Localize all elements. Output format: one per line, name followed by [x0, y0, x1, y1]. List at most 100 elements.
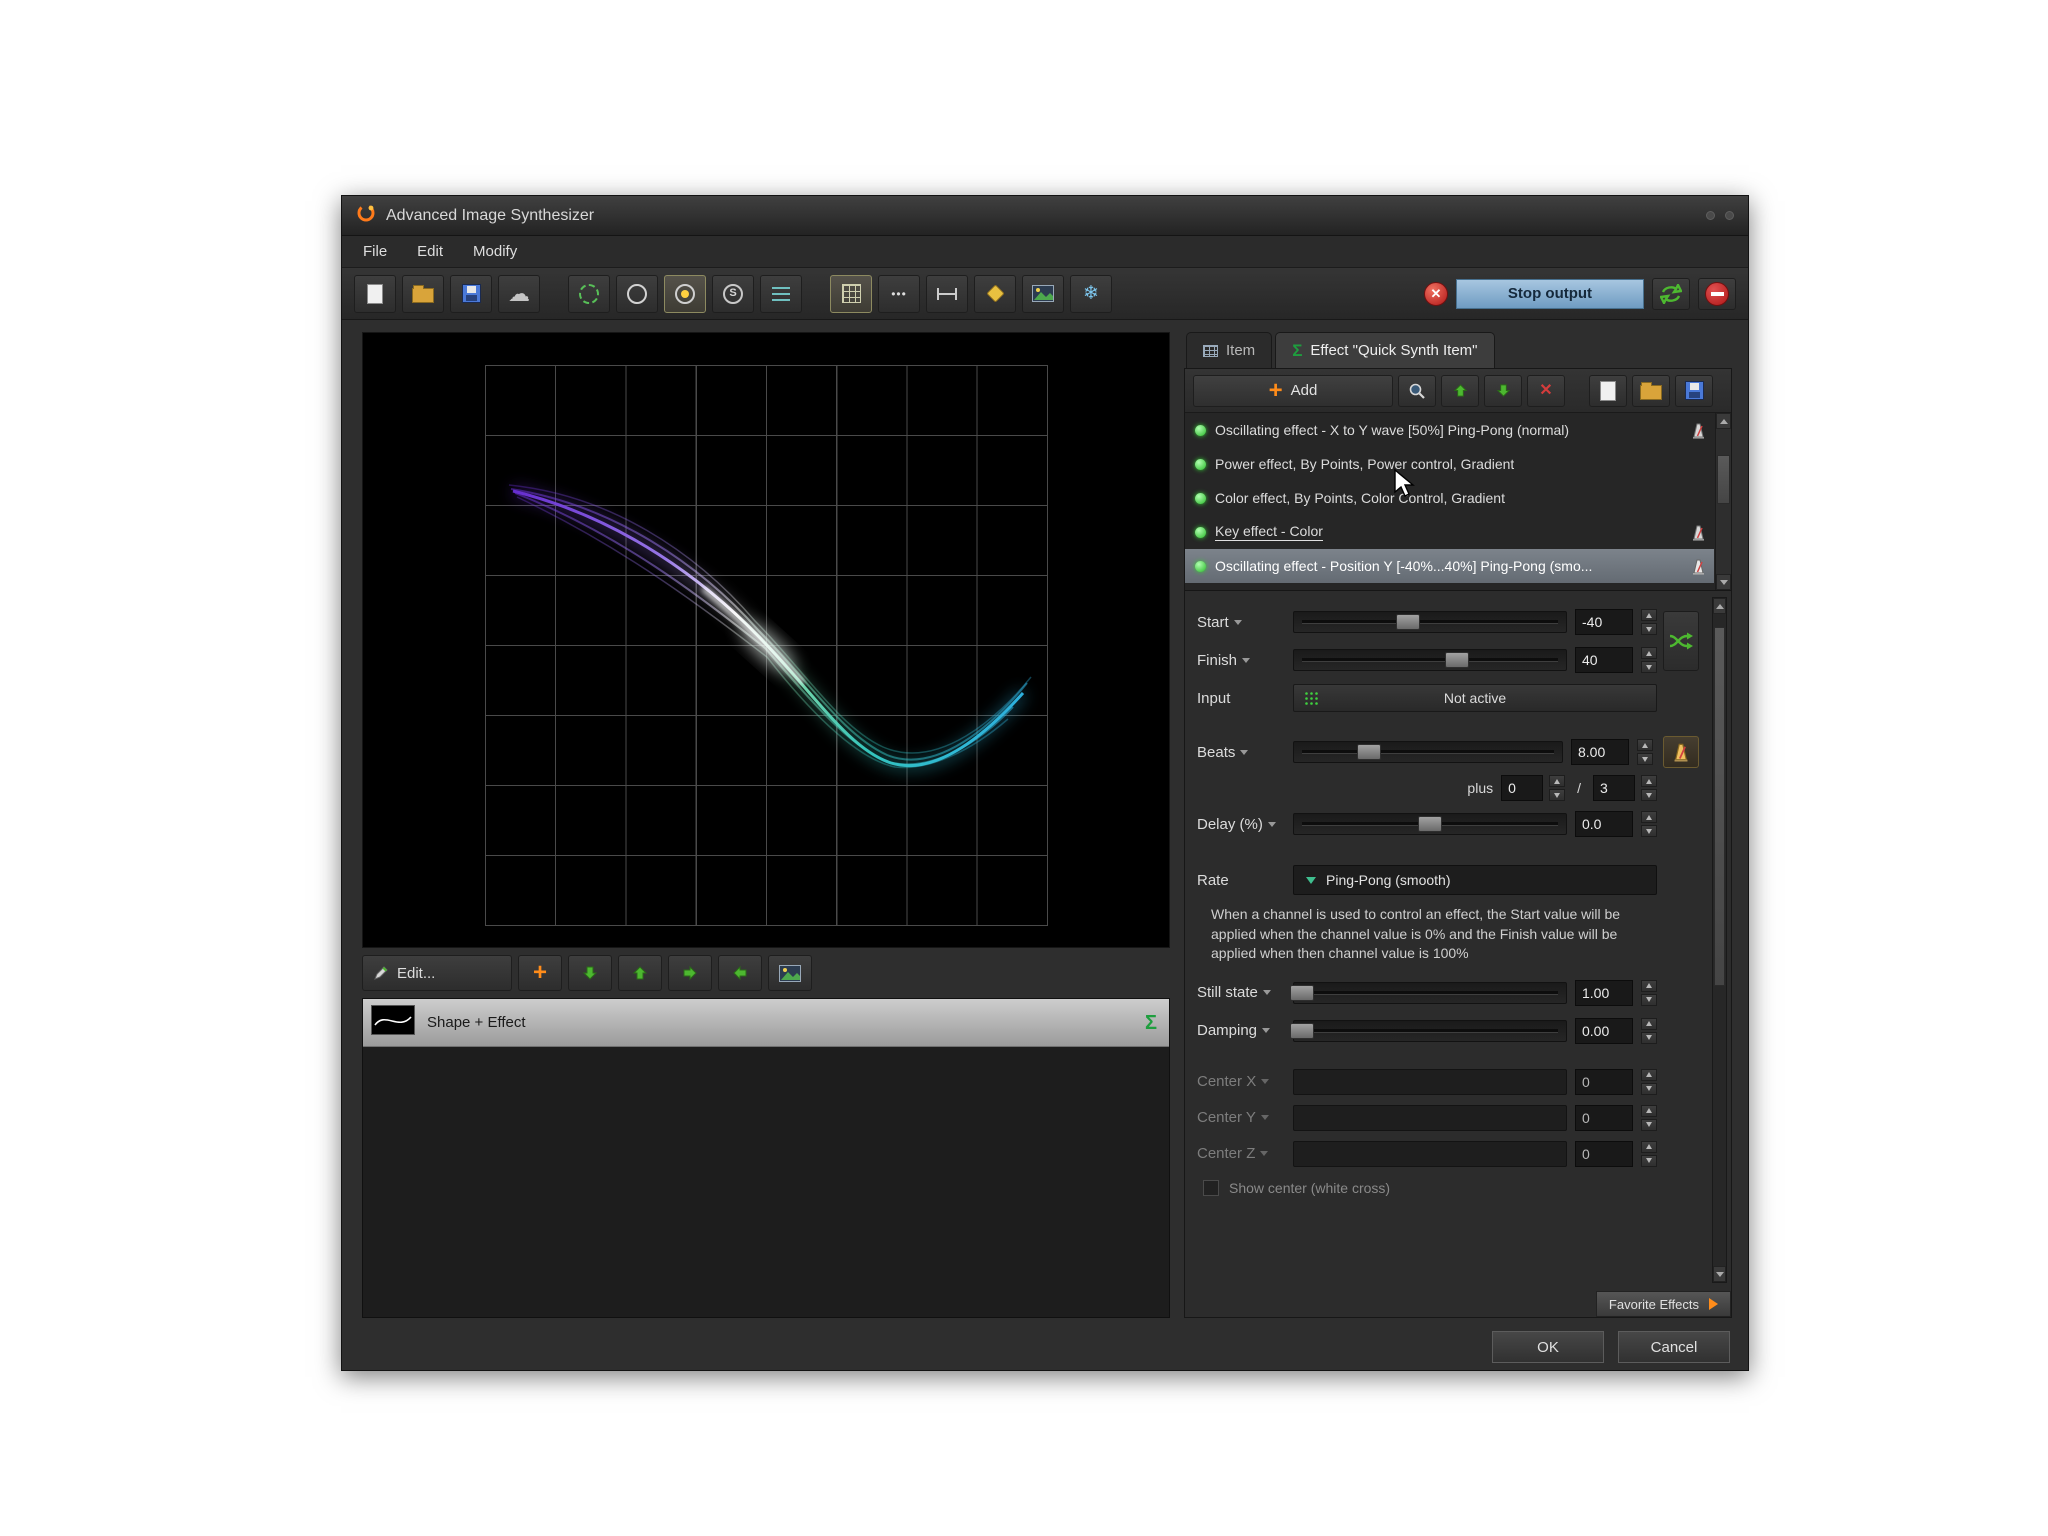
tag-button[interactable]: [974, 275, 1016, 313]
edit-button[interactable]: Edit...: [362, 955, 512, 991]
scroll-up-arrow[interactable]: [1716, 413, 1731, 429]
show-center-checkbox[interactable]: [1203, 1180, 1219, 1196]
still-state-slider-handle[interactable]: [1290, 985, 1314, 1001]
open-effect-file-button[interactable]: [1632, 375, 1670, 407]
stop-output-button[interactable]: Stop output: [1456, 279, 1644, 309]
add-effect-button[interactable]: + Add: [1193, 375, 1393, 407]
add-shape-button[interactable]: +: [518, 955, 562, 991]
finish-value[interactable]: 40: [1575, 647, 1633, 673]
point-mode-button[interactable]: [664, 275, 706, 313]
menu-modify[interactable]: Modify: [458, 243, 532, 260]
save-button[interactable]: [450, 275, 492, 313]
start-label[interactable]: Start: [1197, 614, 1285, 631]
start-value[interactable]: -40: [1575, 609, 1633, 635]
beats-metronome-button[interactable]: [1663, 736, 1699, 768]
open-button[interactable]: [402, 275, 444, 313]
circle-mode-button[interactable]: [616, 275, 658, 313]
start-slider[interactable]: [1293, 611, 1567, 633]
plus-spinner-2[interactable]: [1641, 775, 1657, 801]
damping-label[interactable]: Damping: [1197, 1022, 1285, 1039]
new-document-button[interactable]: [354, 275, 396, 313]
still-state-spinner[interactable]: [1641, 980, 1657, 1006]
grid-toggle-button[interactable]: [830, 275, 872, 313]
effect-move-down-button[interactable]: [1484, 375, 1522, 407]
input-not-active-button[interactable]: Not active: [1293, 684, 1657, 712]
menu-file[interactable]: File: [348, 243, 402, 260]
finish-slider[interactable]: [1293, 649, 1567, 671]
beats-label[interactable]: Beats: [1197, 744, 1285, 761]
search-effect-button[interactable]: [1398, 375, 1436, 407]
list-view-button[interactable]: [760, 275, 802, 313]
delay-slider[interactable]: [1293, 813, 1567, 835]
layer-row-shape-effect[interactable]: Shape + Effect Σ: [363, 999, 1169, 1047]
params-scroll-thumb[interactable]: [1714, 627, 1725, 986]
effect-row-1[interactable]: Oscillating effect - X to Y wave [50%] P…: [1185, 413, 1714, 447]
effect-enabled-led[interactable]: [1195, 425, 1206, 436]
cancel-button[interactable]: Cancel: [1618, 1331, 1730, 1363]
delay-spinner[interactable]: [1641, 811, 1657, 837]
finish-spinner[interactable]: [1641, 647, 1657, 673]
move-down-button[interactable]: [568, 955, 612, 991]
effect-row-4[interactable]: Key effect - Color: [1185, 515, 1714, 549]
effect-enabled-led[interactable]: [1195, 493, 1206, 504]
selection-mode-button[interactable]: [568, 275, 610, 313]
picture-button[interactable]: [768, 955, 812, 991]
move-up-button[interactable]: [618, 955, 662, 991]
tab-effect[interactable]: Σ Effect "Quick Synth Item": [1275, 332, 1494, 368]
spacing-button[interactable]: [926, 275, 968, 313]
image-button[interactable]: [1022, 275, 1064, 313]
damping-value[interactable]: 0.00: [1575, 1018, 1633, 1044]
rate-dropdown[interactable]: Ping-Pong (smooth): [1293, 865, 1657, 895]
new-effect-file-button[interactable]: [1589, 375, 1627, 407]
stop-x-icon[interactable]: ✕: [1424, 282, 1448, 306]
beats-value[interactable]: 8.00: [1571, 739, 1629, 765]
still-state-label[interactable]: Still state: [1197, 984, 1285, 1001]
freeze-button[interactable]: ❄: [1070, 275, 1112, 313]
titlebar[interactable]: Advanced Image Synthesizer: [342, 196, 1748, 236]
finish-label[interactable]: Finish: [1197, 652, 1285, 669]
favorite-effects-button[interactable]: Favorite Effects: [1596, 1291, 1731, 1317]
damping-slider[interactable]: [1293, 1020, 1567, 1042]
window-button-2[interactable]: [1725, 211, 1734, 220]
finish-slider-handle[interactable]: [1445, 652, 1469, 668]
still-state-slider[interactable]: [1293, 982, 1567, 1004]
plus-value-1[interactable]: 0: [1501, 775, 1543, 801]
tab-item[interactable]: Item: [1186, 332, 1272, 368]
shape-mode-button[interactable]: S: [712, 275, 754, 313]
scroll-thumb[interactable]: [1717, 455, 1730, 504]
beats-spinner[interactable]: [1637, 739, 1653, 765]
effect-row-2[interactable]: Power effect, By Points, Power control, …: [1185, 447, 1714, 481]
delay-value[interactable]: 0.0: [1575, 811, 1633, 837]
move-right-button[interactable]: [668, 955, 712, 991]
enable-output-button[interactable]: [1652, 278, 1690, 310]
cloud-button[interactable]: ☁: [498, 275, 540, 313]
still-state-value[interactable]: 1.00: [1575, 980, 1633, 1006]
damping-spinner[interactable]: [1641, 1018, 1657, 1044]
effect-list-scrollbar[interactable]: [1715, 413, 1731, 590]
center-x-spinner[interactable]: [1641, 1069, 1657, 1095]
menu-edit[interactable]: Edit: [402, 243, 458, 260]
effect-row-5-selected[interactable]: Oscillating effect - Position Y [-40%...…: [1185, 549, 1714, 583]
blackout-button[interactable]: [1698, 278, 1736, 310]
ok-button[interactable]: OK: [1492, 1331, 1604, 1363]
laser-preview[interactable]: [362, 332, 1170, 948]
swap-start-finish-button[interactable]: [1663, 611, 1699, 671]
plus-value-2[interactable]: 3: [1593, 775, 1635, 801]
delete-effect-button[interactable]: ✕: [1527, 375, 1565, 407]
start-spinner[interactable]: [1641, 609, 1657, 635]
save-effect-file-button[interactable]: [1675, 375, 1713, 407]
window-button-1[interactable]: [1706, 211, 1715, 220]
damping-slider-handle[interactable]: [1290, 1023, 1314, 1039]
delay-label[interactable]: Delay (%): [1197, 816, 1285, 833]
effect-enabled-led[interactable]: [1195, 527, 1206, 538]
effect-row-3[interactable]: Color effect, By Points, Color Control, …: [1185, 481, 1714, 515]
beats-slider[interactable]: [1293, 741, 1563, 763]
delay-slider-handle[interactable]: [1418, 816, 1442, 832]
start-slider-handle[interactable]: [1396, 614, 1420, 630]
params-scroll-up[interactable]: [1713, 598, 1726, 614]
move-left-button[interactable]: [718, 955, 762, 991]
scroll-down-arrow[interactable]: [1716, 574, 1731, 590]
plus-spinner-1[interactable]: [1549, 775, 1565, 801]
more-options-button[interactable]: •••: [878, 275, 920, 313]
center-y-spinner[interactable]: [1641, 1105, 1657, 1131]
